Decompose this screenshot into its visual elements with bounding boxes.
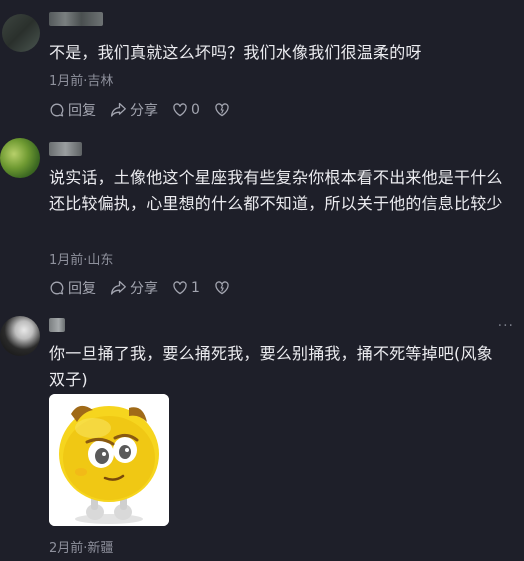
comment-icon (50, 281, 64, 295)
comment-meta: 1月前·吉林 (49, 74, 114, 89)
comment-text: 不是，我们真就这么坏吗？我们水像我们很温柔的呀 (49, 43, 422, 62)
avatar[interactable] (0, 316, 40, 356)
comment-meta: 2月前·新疆 (49, 541, 114, 556)
share-icon (110, 102, 126, 117)
like-button[interactable]: 0 (172, 102, 200, 118)
reply-button[interactable]: 回复 (49, 278, 96, 298)
dislike-heart-icon (215, 103, 229, 117)
comment-actions: 回复 分享 0 (49, 101, 247, 119)
reply-label: 回复 (68, 103, 96, 119)
more-button[interactable]: ··· (498, 318, 514, 334)
sticker-image[interactable] (49, 394, 169, 526)
avatar[interactable] (2, 14, 40, 52)
comment-text: 说实话，土像他这个星座我有些复杂你根本看不出来他是干什么还比较偏执，心里想的什么… (49, 168, 503, 213)
share-button[interactable]: 分享 (110, 100, 158, 120)
dislike-heart-icon (215, 281, 229, 295)
comment-meta: 1月前·山东 (49, 253, 114, 268)
heart-icon (173, 281, 187, 295)
heart-icon (173, 103, 187, 117)
like-count: 1 (191, 280, 200, 296)
reply-button[interactable]: 回复 (49, 100, 96, 120)
share-label: 分享 (130, 281, 158, 297)
share-icon (110, 280, 126, 295)
share-label: 分享 (130, 103, 158, 119)
comment-icon (50, 103, 64, 117)
comment-text: 你一旦捅了我，要么捅死我，要么别捅我，捅不死等掉吧(风象双子) (49, 344, 493, 389)
username-blurred[interactable] (49, 142, 82, 156)
like-button[interactable]: 1 (172, 280, 200, 296)
dislike-button[interactable] (214, 280, 233, 296)
username-blurred[interactable] (49, 12, 103, 26)
comment-actions: 回复 分享 1 (49, 279, 247, 297)
reply-label: 回复 (68, 281, 96, 297)
avatar[interactable] (0, 138, 40, 178)
share-button[interactable]: 分享 (110, 278, 158, 298)
username-blurred[interactable] (49, 318, 65, 332)
yellow-emoji-sticker (49, 394, 169, 526)
like-count: 0 (191, 102, 200, 118)
dislike-button[interactable] (214, 102, 233, 118)
